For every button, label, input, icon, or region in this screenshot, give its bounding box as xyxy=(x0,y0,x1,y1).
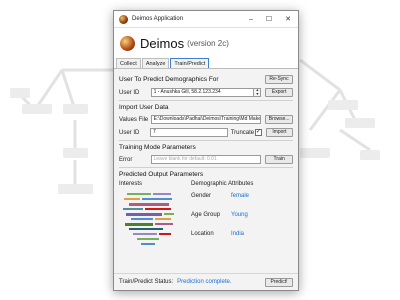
predict-section-title: User To Predict Demographics For xyxy=(119,76,219,83)
import-button[interactable]: Import xyxy=(265,128,293,137)
training-section-title: Training Mode Parameters xyxy=(119,144,196,151)
attribute-row-location: Location India xyxy=(191,231,293,250)
window-title: Deimos Application xyxy=(132,16,184,22)
app-header: Deimos (version 2c) xyxy=(114,28,298,58)
browse-button[interactable]: Browse... xyxy=(265,115,293,124)
deimos-logo-icon xyxy=(120,35,135,51)
app-window: Deimos Application – ☐ ✕ Deimos (version… xyxy=(113,10,299,291)
interests-word-cloud xyxy=(119,187,191,255)
attribute-row-age-group: Age Group Young xyxy=(191,212,293,231)
title-bar[interactable]: Deimos Application – ☐ ✕ xyxy=(114,11,298,28)
app-name: Deimos xyxy=(140,35,185,51)
deimos-planet-icon xyxy=(119,14,128,24)
attribute-name: Gender xyxy=(191,193,212,199)
attribute-row-gender: Gender female xyxy=(191,193,293,212)
output-section-title: Predicted Output Parameters xyxy=(119,171,204,178)
export-button[interactable]: Export xyxy=(265,88,293,97)
resync-button[interactable]: Re-Sync xyxy=(265,75,293,84)
user-id-spinner[interactable]: ▲ ▼ xyxy=(254,88,262,97)
attribute-name: Location xyxy=(191,231,214,237)
error-input[interactable]: Leave blank for default: 0.01 xyxy=(150,155,262,164)
predict-user-id-input[interactable]: 1 - Anushka Gill, 58.2.123.234 xyxy=(150,88,255,97)
tab-collect[interactable]: Collect xyxy=(116,58,141,68)
values-file-label: Values File xyxy=(119,116,149,123)
word-cloud-graphic xyxy=(123,193,174,245)
attribute-value: Young xyxy=(231,212,248,218)
status-label: Train/Predict Status: xyxy=(119,279,174,285)
attribute-value: female xyxy=(231,193,250,199)
train-button[interactable]: Train xyxy=(265,155,293,164)
status-bar: Train/Predict Status: Prediction complet… xyxy=(114,273,298,290)
attribute-name: Age Group xyxy=(191,212,221,218)
minimize-button[interactable]: – xyxy=(242,16,260,23)
close-button[interactable]: ✕ xyxy=(278,15,298,23)
maximize-button[interactable]: ☐ xyxy=(260,15,278,23)
tab-bar: Collect Analyze Train/Predict xyxy=(114,58,298,69)
divider xyxy=(119,167,293,168)
app-version: (version 2c) xyxy=(187,38,229,48)
demographic-attributes: Gender female Age Group Young Location I… xyxy=(191,187,293,255)
truncate-checkbox[interactable]: ✓ xyxy=(254,129,262,136)
import-section-title: Import User Data xyxy=(119,104,169,111)
predict-button[interactable]: Predict! xyxy=(265,277,293,287)
attribute-value: India xyxy=(231,231,245,237)
predict-user-id-label: User ID xyxy=(119,89,140,96)
divider xyxy=(119,140,293,141)
tab-analyze[interactable]: Analyze xyxy=(141,58,170,68)
import-user-id-input[interactable]: 7 xyxy=(150,128,228,137)
divider xyxy=(119,100,293,101)
truncate-label: Truncate xyxy=(230,129,255,136)
status-value: Prediction complete. xyxy=(177,279,232,285)
error-label: Error xyxy=(119,156,133,163)
values-file-input[interactable]: E:\Downloads\Padhai\Deimos\Training\Md M… xyxy=(150,115,262,124)
train-predict-panel: User To Predict Demographics For Re-Sync… xyxy=(114,69,298,258)
tab-train-predict[interactable]: Train/Predict xyxy=(170,58,210,68)
import-user-id-label: User ID xyxy=(119,129,140,136)
